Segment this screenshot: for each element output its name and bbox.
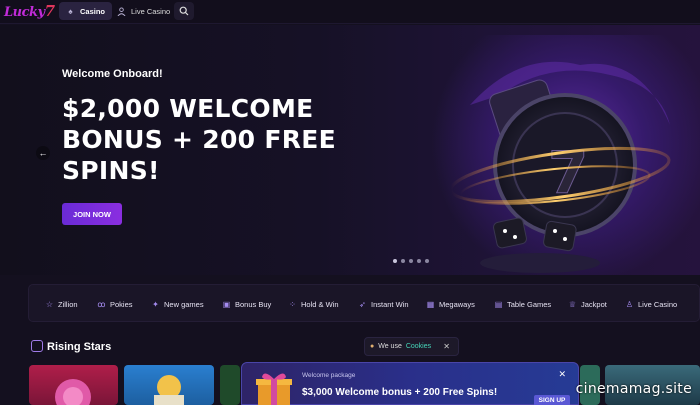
category-bonus-buy[interactable]: ▣ Bonus Buy (222, 285, 272, 323)
section-title: Rising Stars (47, 341, 112, 353)
logo-text: Lucky (4, 5, 45, 20)
top-nav: Lucky7 ♠ Casino Live Casino (0, 0, 700, 24)
tab-live-casino[interactable]: Live Casino (110, 2, 177, 20)
cards-icon: ▤ (494, 299, 503, 309)
arrow-left-icon: ← (38, 148, 48, 158)
carousel-dot[interactable] (417, 259, 421, 263)
game-tile[interactable] (124, 365, 214, 405)
category-label: Jackpot (581, 299, 607, 309)
coins-icon: ⁘ (289, 299, 296, 309)
category-label: Zillion (58, 299, 78, 309)
rocket-icon: ➶ (359, 299, 366, 309)
cookies-link[interactable]: Cookies (406, 343, 431, 350)
game-tile[interactable] (29, 365, 118, 405)
gift-box-icon (256, 373, 292, 405)
tab-casino-label: Casino (80, 6, 106, 16)
grid-icon: ▦ (426, 299, 435, 309)
promo-tag: Welcome package (302, 372, 356, 379)
promo-banner: Welcome package $3,000 Welcome bonus + 2… (241, 362, 579, 405)
close-icon[interactable]: ✕ (558, 369, 566, 380)
spade-icon: ♠ (68, 6, 73, 16)
category-label: Instant Win (371, 299, 409, 309)
trophy-icon: ♕ (568, 299, 577, 309)
category-zillion[interactable]: ☆ Zillion (45, 285, 78, 323)
cookie-notice: ● We use Cookies ✕ (364, 337, 459, 356)
character-image (154, 375, 184, 405)
star-icon: ☆ (45, 299, 54, 309)
category-label: Hold & Win (301, 299, 339, 309)
watermark: cinemamag.site (575, 381, 692, 397)
disco-ball-image (55, 379, 91, 405)
tab-live-casino-label: Live Casino (131, 6, 171, 16)
carousel-dot[interactable] (393, 259, 397, 263)
tab-casino[interactable]: ♠ Casino (59, 2, 113, 20)
category-label: Table Games (507, 299, 552, 309)
hero-title: $2,000 WELCOME BONUS + 200 FREE SPINS! (62, 94, 337, 185)
category-pokies[interactable]: ꝏ Pokies (97, 285, 133, 323)
cookie-prefix: We use (378, 343, 402, 350)
carousel-prev-button[interactable]: ← (36, 146, 50, 160)
category-instant-win[interactable]: ➶ Instant Win (358, 285, 409, 323)
cookie-icon: ● (370, 343, 375, 350)
rising-stars-icon (31, 340, 43, 352)
category-table-games[interactable]: ▤ Table Games (494, 285, 551, 323)
category-live-casino[interactable]: ♙ Live Casino (625, 285, 677, 323)
carousel-dots (393, 259, 429, 263)
category-megaways[interactable]: ▦ Megaways (426, 285, 475, 323)
category-label: Pokies (110, 299, 133, 309)
category-new-games[interactable]: ✦ New games (151, 285, 204, 323)
search-button[interactable] (174, 2, 194, 20)
sign-up-button[interactable]: SIGN UP (534, 395, 570, 405)
carousel-dot[interactable] (401, 259, 405, 263)
category-label: Live Casino (638, 299, 678, 309)
category-label: Megaways (439, 299, 475, 309)
promo-text: $3,000 Welcome bonus + 200 Free Spins! (302, 387, 498, 398)
dealer-icon: ♙ (625, 299, 634, 309)
search-icon (179, 6, 189, 16)
join-now-button[interactable]: JOIN NOW (62, 203, 122, 225)
carousel-dot[interactable] (425, 259, 429, 263)
dealer-icon (117, 6, 126, 16)
sparkle-icon: ✦ (152, 299, 159, 309)
category-bar: ☆ Zillion ꝏ Pokies ✦ New games ▣ Bonus B… (28, 284, 700, 322)
category-label: Bonus Buy (235, 299, 272, 309)
category-jackpot[interactable]: ♕ Jackpot (568, 285, 607, 323)
game-tile[interactable] (220, 365, 240, 405)
logo-seven: 7 (44, 2, 55, 20)
site-logo[interactable]: Lucky7 (4, 2, 55, 20)
cherry-icon: ꝏ (97, 299, 106, 309)
category-hold-win[interactable]: ⁘ Hold & Win (288, 285, 339, 323)
hero-banner: 7 Welcome Onboard! $2,000 WELCOME BONUS … (0, 25, 700, 275)
close-icon[interactable]: ✕ (443, 342, 450, 351)
slot-machine-illustration: 7 (449, 61, 671, 273)
category-label: New games (164, 299, 204, 309)
hero-subtitle: Welcome Onboard! (62, 68, 163, 80)
carousel-dot[interactable] (409, 259, 413, 263)
gift-icon: ▣ (222, 299, 231, 309)
